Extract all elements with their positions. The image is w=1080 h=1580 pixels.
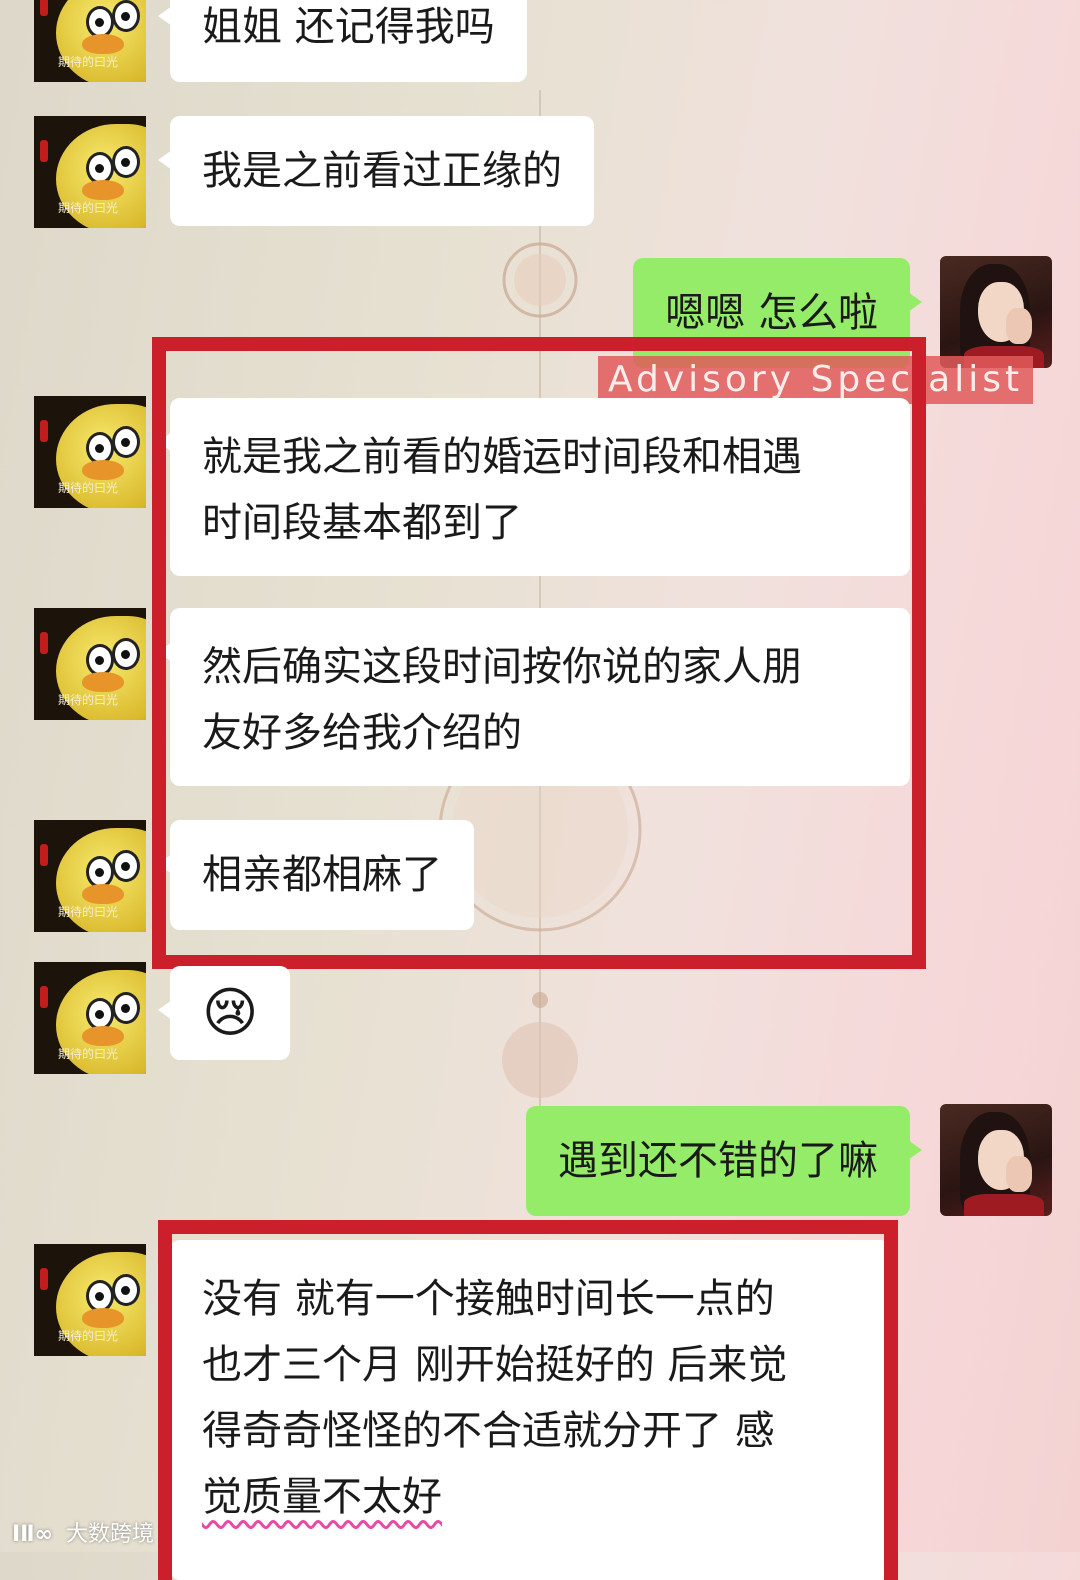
message-line: 友好多给我介绍的 bbox=[202, 710, 522, 756]
avatar-hand bbox=[1006, 1156, 1032, 1192]
avatar-eye bbox=[112, 638, 140, 670]
brand-logo-icon: ⅠⅡ∞ bbox=[12, 1522, 54, 1547]
avatar-dress bbox=[964, 1194, 1044, 1216]
contact-avatar[interactable]: 期待的曰光 bbox=[34, 396, 146, 508]
avatar-hand bbox=[1006, 308, 1032, 344]
avatar-caption: 期待的曰光 bbox=[58, 693, 119, 707]
message-text: 我是之前看过正缘的 bbox=[202, 148, 562, 194]
underlined-text: 觉质量不太好 bbox=[202, 1474, 442, 1520]
avatar-caption: 期待的曰光 bbox=[58, 55, 119, 69]
my-avatar[interactable] bbox=[940, 256, 1052, 368]
message-bubble[interactable]: 姐姐 还记得我吗 bbox=[158, 0, 527, 82]
avatar-caption: 期待的曰光 bbox=[58, 905, 119, 919]
message-line: 觉质量不太好 bbox=[202, 1464, 858, 1530]
avatar-beak bbox=[82, 1308, 124, 1328]
message-line: 没有 就有一个接触时间长一点的 bbox=[202, 1276, 775, 1322]
footer-brand: ⅠⅡ∞ 大数跨境 bbox=[12, 1516, 154, 1548]
contact-avatar[interactable]: 期待的曰光 bbox=[34, 820, 146, 932]
contact-avatar[interactable]: 期待的曰光 bbox=[34, 608, 146, 720]
contact-avatar[interactable]: 期待的曰光 bbox=[34, 0, 146, 82]
avatar-caption: 期待的曰光 bbox=[58, 481, 119, 495]
avatar-eye bbox=[112, 146, 140, 178]
avatar-eye bbox=[112, 1274, 140, 1306]
message-text: 姐姐 还记得我吗 bbox=[202, 4, 495, 50]
avatar-detail bbox=[40, 844, 48, 866]
crying-face-emoji-icon: 😢 bbox=[202, 981, 259, 1044]
message-bubble[interactable]: 然后确实这段时间按你说的家人朋 友好多给我介绍的 bbox=[158, 608, 910, 786]
avatar-beak bbox=[82, 884, 124, 904]
message-line: 时间段基本都到了 bbox=[202, 500, 522, 546]
message-bubble[interactable]: 😢 bbox=[157, 966, 291, 1060]
avatar-caption: 期待的曰光 bbox=[58, 201, 119, 215]
avatar-eye bbox=[112, 850, 140, 882]
message-line: 也才三个月 刚开始挺好的 后来觉 bbox=[202, 1342, 788, 1388]
message-bubble[interactable]: 相亲都相麻了 bbox=[158, 820, 474, 930]
message-bubble[interactable]: 就是我之前看的婚运时间段和相遇 时间段基本都到了 bbox=[158, 398, 910, 576]
avatar-beak bbox=[82, 460, 124, 480]
message-text: 遇到还不错的了嘛 bbox=[558, 1138, 878, 1184]
avatar-eye bbox=[112, 992, 140, 1024]
contact-avatar[interactable]: 期待的曰光 bbox=[34, 116, 146, 228]
avatar-caption: 期待的曰光 bbox=[58, 1047, 119, 1061]
message-line: 得奇奇怪怪的不合适就分开了 感 bbox=[202, 1408, 775, 1454]
brand-name: 大数跨境 bbox=[66, 1522, 155, 1547]
avatar-detail bbox=[40, 986, 48, 1008]
avatar-detail bbox=[40, 0, 48, 16]
avatar-beak bbox=[82, 1026, 124, 1046]
contact-avatar[interactable]: 期待的曰光 bbox=[34, 1244, 146, 1356]
avatar-detail bbox=[40, 420, 48, 442]
message-line: 然后确实这段时间按你说的家人朋 bbox=[202, 644, 802, 690]
message-text: 相亲都相麻了 bbox=[202, 852, 442, 898]
message-text: 嗯嗯 怎么啦 bbox=[665, 290, 878, 336]
my-avatar[interactable] bbox=[940, 1104, 1052, 1216]
avatar-eye bbox=[112, 0, 140, 32]
watermark-text: Advisory Specialist bbox=[598, 356, 1034, 404]
contact-avatar[interactable]: 期待的曰光 bbox=[34, 962, 146, 1074]
message-bubble[interactable]: 我是之前看过正缘的 bbox=[158, 116, 594, 226]
avatar-beak bbox=[82, 34, 124, 54]
avatar-beak bbox=[82, 672, 124, 692]
message-line: 就是我之前看的婚运时间段和相遇 bbox=[202, 434, 802, 480]
my-message-bubble[interactable]: 嗯嗯 怎么啦 bbox=[633, 258, 922, 368]
avatar-beak bbox=[82, 180, 124, 200]
avatar-eye bbox=[112, 426, 140, 458]
avatar-detail bbox=[40, 632, 48, 654]
avatar-caption: 期待的曰光 bbox=[58, 1329, 119, 1343]
avatar-detail bbox=[40, 1268, 48, 1290]
message-bubble[interactable]: 没有 就有一个接触时间长一点的 也才三个月 刚开始挺好的 后来觉 得奇奇怪怪的不… bbox=[158, 1240, 890, 1580]
my-message-bubble[interactable]: 遇到还不错的了嘛 bbox=[526, 1106, 922, 1216]
avatar-detail bbox=[40, 140, 48, 162]
